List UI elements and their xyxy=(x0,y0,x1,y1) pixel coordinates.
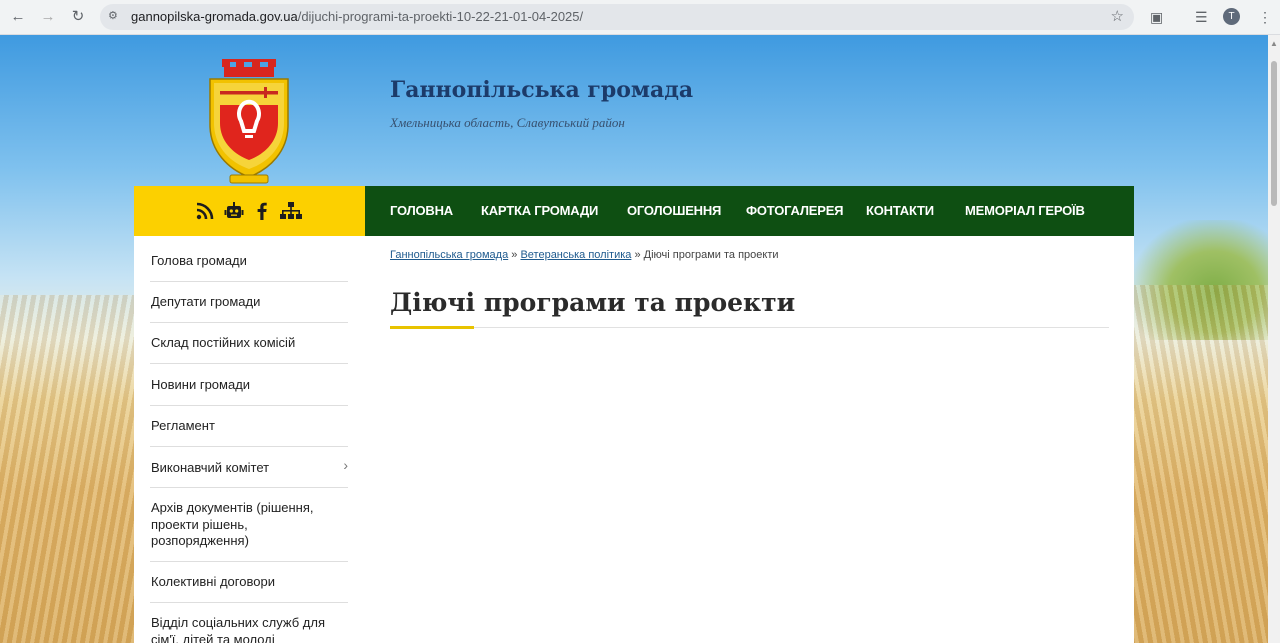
browser-toolbar: ← → ↻ ⚙ gannopilska-gromada.gov.ua/dijuc… xyxy=(0,0,1280,35)
menu-item-photo-gallery[interactable]: ФОТОГАЛЕРЕЯ xyxy=(746,186,844,236)
address-bar[interactable]: ⚙ gannopilska-gromada.gov.ua/dijuchi-pro… xyxy=(100,4,1134,30)
main-menu: ГОЛОВНА КАРТКА ГРОМАДИ ОГОЛОШЕННЯ ФОТОГА… xyxy=(365,186,1134,236)
facebook-icon[interactable] xyxy=(252,201,272,221)
sidebar-item-news[interactable]: Новини громади xyxy=(150,364,348,406)
wheat-field-right xyxy=(1128,285,1268,643)
sidebar-item-documents-archive[interactable]: Архів документів (рішення, проекти рішен… xyxy=(150,488,348,562)
robot-icon[interactable] xyxy=(224,201,244,221)
sidebar-item-label: Регламент xyxy=(151,418,215,433)
wheat-field-left xyxy=(0,295,140,643)
sidebar-item-regulations[interactable]: Регламент xyxy=(150,406,348,447)
rss-icon[interactable] xyxy=(195,201,215,221)
page-title: Діючі програми та проекти xyxy=(390,288,796,317)
reload-icon[interactable]: ↻ xyxy=(68,7,88,27)
coat-of-arms-logo[interactable] xyxy=(200,57,298,185)
breadcrumb-separator: » xyxy=(511,249,518,261)
sidebar-item-executive-committee[interactable]: Виконавчий комітет › xyxy=(150,447,348,488)
sidebar-item-social-services[interactable]: Відділ соціальних служб для сім'ї, дітей… xyxy=(150,603,348,643)
sidebar-item-commissions[interactable]: Склад постійних комісій xyxy=(150,323,348,364)
site-subtitle: Хмельницька область, Славутський район xyxy=(390,115,625,130)
forward-icon[interactable]: → xyxy=(38,7,58,27)
sidebar-menu: Голова громади Депутати громади Склад по… xyxy=(134,236,365,643)
profile-avatar[interactable]: T xyxy=(1223,8,1240,25)
menu-item-heroes-memorial[interactable]: МЕМОРІАЛ ГЕРОЇВ xyxy=(965,186,1085,236)
site-info-icon[interactable]: ⚙ xyxy=(108,9,122,23)
main-content: Ганнопільська громада » Ветеранська полі… xyxy=(365,236,1134,643)
site-title[interactable]: Ганнопільська громада xyxy=(390,77,693,103)
media-control-icon[interactable]: ☰ xyxy=(1195,7,1208,27)
breadcrumb-current: Діючі програми та проекти xyxy=(643,249,779,261)
sidebar-item-deputies[interactable]: Депутати громади xyxy=(150,282,348,323)
back-icon[interactable]: ← xyxy=(8,7,28,27)
sidebar-item-label: Архів документів (рішення, проекти рішен… xyxy=(151,500,314,548)
sidebar-item-head[interactable]: Голова громади xyxy=(150,241,348,282)
browser-menu-icon[interactable]: ⋮ xyxy=(1258,7,1272,27)
title-accent-bar xyxy=(390,326,474,329)
chevron-right-icon: › xyxy=(343,457,348,473)
sidebar-item-collective-agreements[interactable]: Колективні договори xyxy=(150,562,348,603)
page-viewport: Ганнопільська громада Хмельницька област… xyxy=(0,35,1268,643)
scroll-up-icon[interactable]: ▲ xyxy=(1270,39,1278,48)
sidebar-item-label: Депутати громади xyxy=(151,294,261,309)
menu-item-home[interactable]: ГОЛОВНА xyxy=(390,186,453,236)
social-icon-bar xyxy=(134,186,365,236)
breadcrumb: Ганнопільська громада » Ветеранська полі… xyxy=(390,249,779,261)
bookmark-star-icon[interactable]: ☆ xyxy=(1111,7,1124,25)
sidebar-item-label: Колективні договори xyxy=(151,574,275,589)
title-divider xyxy=(390,327,1109,328)
scrollbar-thumb[interactable] xyxy=(1271,61,1277,206)
sidebar-item-label: Новини громади xyxy=(151,377,251,392)
sidebar-item-label: Склад постійних комісій xyxy=(151,335,296,350)
menu-item-announcements[interactable]: ОГОЛОШЕННЯ xyxy=(627,186,721,236)
sidebar-item-label: Виконавчий комітет xyxy=(151,460,270,475)
breadcrumb-link-veteran-policy[interactable]: Ветеранська політика xyxy=(520,249,631,261)
menu-item-contacts[interactable]: КОНТАКТИ xyxy=(866,186,934,236)
extensions-icon[interactable]: ▣ xyxy=(1150,7,1163,27)
breadcrumb-link-home[interactable]: Ганнопільська громада xyxy=(390,249,508,261)
sidebar-item-label: Відділ соціальних служб для сім'ї, дітей… xyxy=(151,615,326,643)
sitemap-icon[interactable] xyxy=(279,201,303,221)
url-text[interactable]: gannopilska-gromada.gov.ua/dijuchi-progr… xyxy=(131,9,583,24)
sidebar-item-label: Голова громади xyxy=(151,253,247,268)
menu-item-community-card[interactable]: КАРТКА ГРОМАДИ xyxy=(481,186,598,236)
breadcrumb-separator: » xyxy=(634,249,641,261)
page-scrollbar[interactable]: ▲ xyxy=(1268,35,1280,643)
